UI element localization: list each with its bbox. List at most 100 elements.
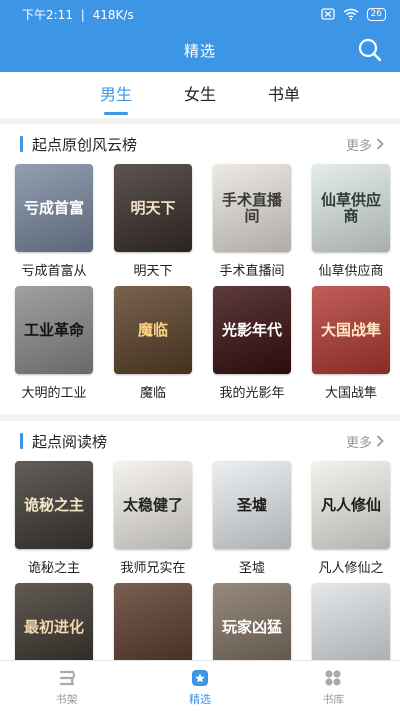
chevron-right-icon	[376, 138, 384, 150]
nav-featured-label: 精选	[188, 692, 211, 706]
tab-booklist[interactable]: 书单	[268, 81, 300, 109]
wifi-icon	[343, 8, 358, 20]
ranking-section-original: 起点原创风云榜 更多 亏成首富 亏成首富从 明天下 明天下 手术直播间 手术直播间 仙草供应…	[0, 124, 400, 414]
book-cover	[114, 583, 192, 660]
tab-male[interactable]: 男生	[100, 81, 132, 115]
nav-bookshelf[interactable]: 书架	[17, 667, 117, 707]
section-header: 起点阅读榜 更多	[0, 421, 400, 461]
book-cover-text: 圣墟	[236, 495, 267, 514]
book-item[interactable]: 最初进化最初进化	[6, 583, 102, 660]
book-cover-text: 仙草供应商	[320, 190, 381, 225]
status-time: 下午2:11	[22, 7, 73, 22]
book-cover-text: 魔临	[137, 320, 168, 339]
search-button[interactable]	[356, 36, 384, 64]
book-item[interactable]: 光影年代 我的光影年	[204, 286, 300, 408]
book-cover-text: 光影年代	[221, 320, 282, 339]
book-title: 大明的工业	[21, 386, 87, 401]
book-title: 亏成首富从	[21, 264, 87, 279]
book-cover: 圣墟	[213, 461, 291, 549]
book-cover	[312, 583, 390, 660]
book-title: 我的光影年	[219, 386, 285, 401]
page-title: 精选	[183, 41, 216, 60]
section-title: 起点阅读榜	[20, 431, 107, 452]
book-title: 魔临	[139, 386, 166, 401]
status-right: 26	[320, 7, 386, 21]
book-item[interactable]: 亏成首富 亏成首富从	[6, 164, 102, 286]
title-bar: 精选	[0, 28, 400, 72]
featured-icon	[191, 669, 208, 686]
book-cover: 最初进化	[15, 583, 93, 660]
book-title: 诡秘之主	[27, 561, 80, 576]
more-button[interactable]: 更多	[346, 432, 384, 451]
library-icon	[325, 669, 341, 686]
book-cover-text: 诡秘之主	[23, 495, 84, 514]
search-icon	[358, 38, 382, 62]
book-item[interactable]: 大国战隼 大国战隼	[303, 286, 399, 408]
book-cover-text: 手术直播间	[221, 190, 282, 225]
section-title: 起点原创风云榜	[20, 134, 137, 155]
section-title-text: 起点原创风云榜	[32, 135, 138, 154]
book-cover-text: 工业革命	[23, 320, 84, 339]
book-cover: 魔临	[114, 286, 192, 374]
book-item[interactable]: 圣墟 圣墟	[204, 461, 300, 583]
category-tabs: 男生 女生 书单	[0, 72, 400, 118]
nav-featured[interactable]: 精选	[150, 667, 250, 707]
sim-disabled-icon	[320, 8, 335, 20]
book-title: 仙草供应商	[318, 264, 384, 279]
more-label: 更多	[345, 138, 372, 154]
book-item[interactable]	[303, 583, 399, 660]
section-accent-bar	[20, 136, 23, 152]
book-cover: 太稳健了	[114, 461, 192, 549]
more-label: 更多	[345, 435, 372, 451]
battery-indicator: 26	[366, 7, 386, 21]
section-title-text: 起点阅读榜	[32, 432, 108, 451]
bottom-nav: 书架 精选 书库	[0, 660, 400, 712]
section-accent-bar	[20, 433, 23, 449]
book-cover-text: 玩家凶猛	[221, 617, 282, 636]
book-cover: 大国战隼	[312, 286, 390, 374]
nav-library[interactable]: 书库	[283, 667, 383, 707]
bookshelf-icon	[59, 670, 75, 685]
book-grid: 亏成首富 亏成首富从 明天下 明天下 手术直播间 手术直播间 仙草供应商 仙草供应商 工业革命大…	[0, 164, 400, 408]
book-item[interactable]: 魔临 魔临	[105, 286, 201, 408]
book-item[interactable]: 玩家凶猛玩家凶猛	[204, 583, 300, 660]
network-speed: 418K/s	[92, 7, 134, 22]
tab-female[interactable]: 女生	[184, 81, 216, 109]
book-cover: 工业革命	[15, 286, 93, 374]
book-cover-text: 凡人修仙	[320, 495, 381, 514]
book-item[interactable]: 手术直播间 手术直播间	[204, 164, 300, 286]
book-title: 大国战隼	[324, 386, 377, 401]
book-cover: 亏成首富	[15, 164, 93, 252]
book-item[interactable]: 明天下 明天下	[105, 164, 201, 286]
book-title: 明天下	[133, 264, 173, 279]
nav-bookshelf-label: 书架	[55, 692, 78, 706]
book-cover-text: 明天下	[130, 198, 176, 217]
book-item[interactable]: 仙草供应商 仙草供应商	[303, 164, 399, 286]
book-cover-text: 亏成首富	[23, 198, 84, 217]
book-item[interactable]	[105, 583, 201, 660]
book-item[interactable]: 工业革命 大明的工业	[6, 286, 102, 408]
book-cover: 光影年代	[213, 286, 291, 374]
book-cover: 凡人修仙	[312, 461, 390, 549]
book-title: 我师兄实在	[120, 561, 186, 576]
book-title: 凡人修仙之	[318, 561, 384, 576]
book-cover: 玩家凶猛	[213, 583, 291, 660]
book-item[interactable]: 诡秘之主 诡秘之主	[6, 461, 102, 583]
book-cover: 仙草供应商	[312, 164, 390, 252]
book-title: 圣墟	[238, 561, 265, 576]
book-title: 手术直播间	[219, 264, 285, 279]
ranking-section-reading: 起点阅读榜 更多 诡秘之主 诡秘之主 太稳健了 我师兄实在 圣墟 圣墟 凡人修仙 凡人修仙之最…	[0, 421, 400, 660]
book-cover: 明天下	[114, 164, 192, 252]
status-divider: |	[80, 7, 85, 22]
book-item[interactable]: 太稳健了 我师兄实在	[105, 461, 201, 583]
book-grid: 诡秘之主诡秘之主太稳健了我师兄实在圣墟圣墟凡人修仙凡人修仙之最初进化最初进化玩家…	[0, 461, 400, 660]
status-left: 下午2:11 | 418K/s	[22, 6, 138, 23]
book-cover-text: 最初进化	[23, 617, 84, 636]
book-item[interactable]: 凡人修仙 凡人修仙之	[303, 461, 399, 583]
section-header: 起点原创风云榜 更多	[0, 124, 400, 164]
book-cover: 手术直播间	[213, 164, 291, 252]
more-button[interactable]: 更多	[346, 135, 384, 154]
book-cover-text: 大国战隼	[320, 320, 381, 339]
book-cover-text: 太稳健了	[122, 495, 183, 514]
status-bar: 下午2:11 | 418K/s 26	[0, 0, 400, 28]
